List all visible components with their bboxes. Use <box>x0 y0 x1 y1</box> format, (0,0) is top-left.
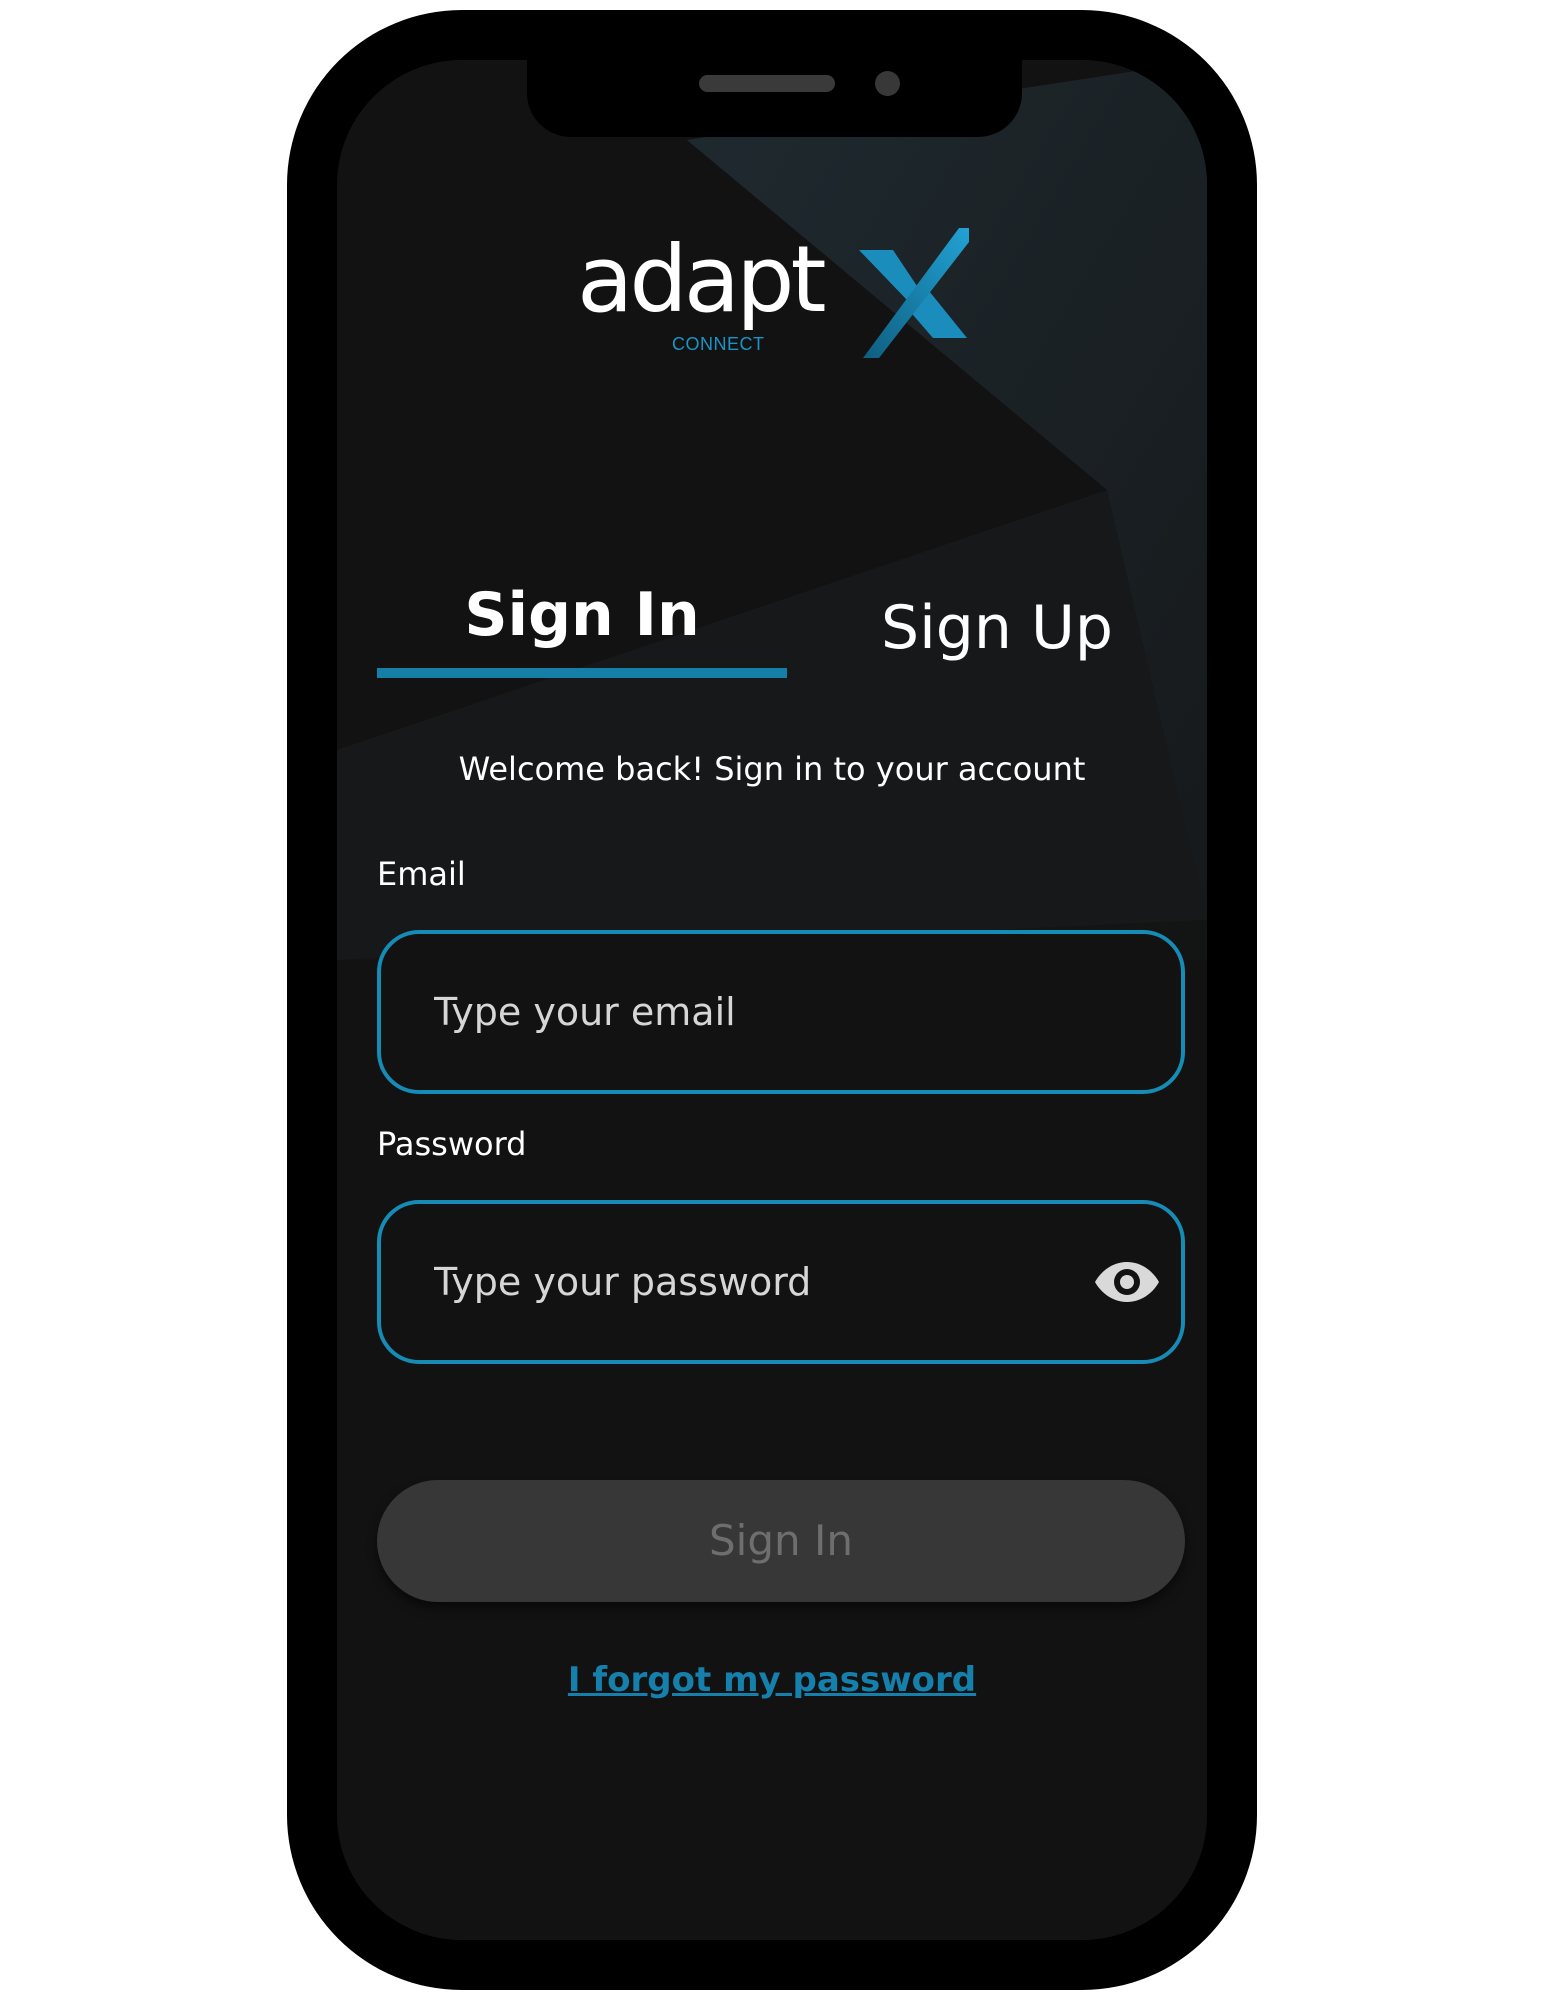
tab-sign-in[interactable]: Sign In <box>377 560 787 680</box>
password-label: Password <box>377 1125 527 1163</box>
front-camera <box>875 71 900 96</box>
password-field-container <box>377 1200 1185 1364</box>
adaptx-logo: adapt CONNECT <box>577 220 977 360</box>
tab-sign-in-label: Sign In <box>464 580 700 650</box>
email-field-container <box>377 930 1185 1094</box>
sign-in-button[interactable]: Sign In <box>377 1480 1185 1602</box>
forgot-password-link[interactable]: I forgot my password <box>337 1660 1207 1700</box>
logo-x-mark <box>859 228 969 358</box>
active-tab-indicator <box>377 668 787 678</box>
email-field[interactable] <box>434 934 1074 1090</box>
email-label: Email <box>377 855 466 893</box>
logo-wordmark: adapt <box>577 226 827 333</box>
tab-sign-up-label: Sign Up <box>881 593 1113 663</box>
phone-frame: adapt CONNECT Sign In Sign Up Welcome ba… <box>287 10 1257 1990</box>
logo-subtitle: CONNECT <box>672 334 765 354</box>
tab-sign-up[interactable]: Sign Up <box>817 560 1177 680</box>
device-notch <box>527 60 1022 137</box>
app-screen: adapt CONNECT Sign In Sign Up Welcome ba… <box>337 60 1207 1940</box>
password-field[interactable] <box>434 1204 1074 1360</box>
speaker-grille <box>699 75 835 92</box>
eye-icon[interactable] <box>1095 1254 1159 1310</box>
welcome-message: Welcome back! Sign in to your account <box>458 750 1086 788</box>
